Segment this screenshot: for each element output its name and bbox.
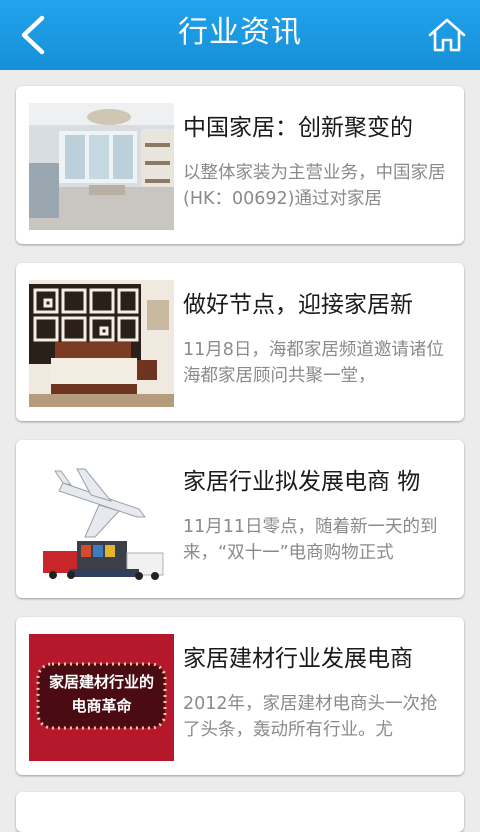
article-title: 做好节点，迎接家居新 [183, 292, 413, 318]
article-title: 家居建材行业发展电商 [183, 646, 413, 672]
article-summary: 11月11日零点，随着新一天的到来，“双十一”电商购物正式 [183, 517, 438, 563]
article-summary: 11月8日，海都家居频道邀请诸位海都家居顾问共聚一堂， [183, 340, 444, 386]
home-icon [428, 18, 466, 52]
article-title: 家居行业拟发展电商 物 [183, 469, 421, 495]
home-button[interactable] [424, 12, 470, 58]
news-card[interactable]: 中国家居：创新聚变的 以整体家装为主营业务，中国家居(HK：00692)通过对家… [16, 86, 464, 244]
news-card[interactable]: 做好节点，迎接家居新 11月8日，海都家居频道邀请诸位海都家居顾问共聚一堂， [16, 263, 464, 421]
top-bar: 行业资讯 [0, 0, 480, 70]
logistics-thumbnail [29, 457, 174, 584]
page-title: 行业资讯 [178, 15, 302, 50]
back-button[interactable] [8, 10, 58, 60]
banner-text-line-1: 家居建材行业的 [48, 673, 154, 691]
article-title: 中国家居：创新聚变的 [183, 115, 413, 141]
bedroom-thumbnail [29, 280, 174, 407]
chevron-left-icon [21, 15, 45, 55]
banner-thumbnail: 家居建材行业的 电商革命 [29, 634, 174, 761]
news-card-partial[interactable] [16, 792, 464, 832]
article-summary: 2012年，家居建材电商头一次抢了头条，轰动所有行业。尤 [183, 694, 438, 740]
news-card[interactable]: 家居行业拟发展电商 物 11月11日零点，随着新一天的到来，“双十一”电商购物正… [16, 440, 464, 598]
article-summary: 以整体家装为主营业务，中国家居(HK：00692)通过对家居 [183, 163, 446, 209]
living-room-thumbnail [29, 103, 174, 230]
news-card[interactable]: 家居建材行业的 电商革命 家居建材行业发展电商 2012年，家居建材电商头一次抢… [16, 617, 464, 775]
banner-text-line-2: 电商革命 [71, 697, 132, 715]
